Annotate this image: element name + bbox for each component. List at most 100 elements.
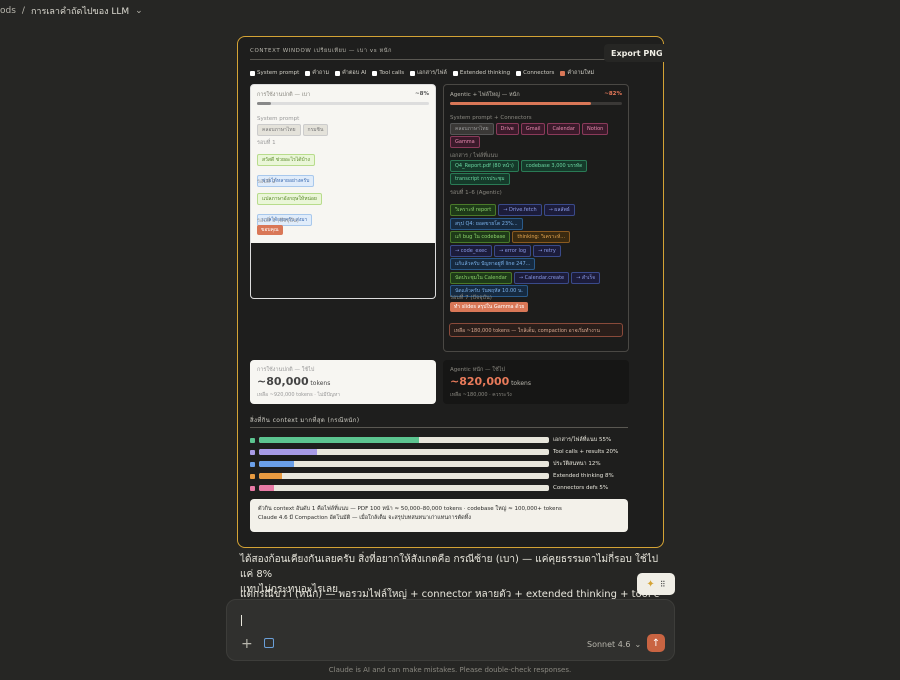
light-usage-fill [257, 102, 271, 105]
light-card-pct: ~8% [415, 91, 429, 97]
legend-label: คำถาม [312, 70, 330, 76]
artifact-actions[interactable]: ✦ ⠿ [637, 573, 675, 595]
file-pill: transcript การประชุม [450, 173, 510, 185]
artifact-title: CONTEXT WINDOW เปรียบเทียบ — เบา vs หนัก [250, 48, 393, 54]
checkbox[interactable] [335, 70, 341, 76]
legend-swatch [250, 485, 255, 491]
legend-label: คำถามใหม่ [567, 70, 595, 76]
light-card-empty-area [251, 243, 435, 298]
grid-icon[interactable]: ⠿ [660, 580, 666, 589]
legend: System prompt คำถาม คำตอบ AI Tool calls เอกส… [250, 69, 594, 77]
heavy-stat-value: ~820,000 [450, 375, 510, 388]
checkbox[interactable] [250, 70, 255, 76]
breadcrumb-prev[interactable]: ods [0, 6, 16, 16]
bar-label: Connectors defs 5% [553, 485, 609, 491]
turn-pill: → retry [533, 244, 561, 257]
bar-fill [259, 485, 274, 491]
distribution-row: เอกสาร/ไฟล์ที่แนบ 55% [250, 437, 611, 443]
legend-item[interactable]: Connectors [516, 69, 554, 77]
legend-item[interactable]: System prompt [250, 69, 299, 77]
legend-item[interactable]: คำถามใหม่ [560, 69, 594, 77]
chevron-down-icon: ⌄ [634, 640, 642, 649]
turn-row: นัดประชุมใน Calendar → Calendar.create → ส… [449, 264, 601, 284]
legend-label: Extended thinking [459, 70, 511, 76]
checkbox[interactable] [560, 70, 566, 76]
bar-fill [259, 473, 283, 479]
light-stat-card: การใช้งานปกติ — ใช้ไป ~80,000 tokens เหล… [250, 360, 436, 404]
light-stat-label: การใช้งานปกติ — ใช้ไป [257, 367, 315, 373]
file-pill: codebase 3,000 บรรทัด [520, 160, 588, 172]
bar-track [259, 461, 549, 467]
bar-label: Tool calls + results 20% [553, 449, 619, 455]
legend-item[interactable]: Extended thinking [452, 69, 511, 77]
legend-swatch [250, 473, 255, 479]
turn-pill: → ผลลัพธ์ [543, 204, 575, 216]
legend-swatch [250, 449, 255, 455]
heavy-turns-list: วิเคราะห์ report → Drive.fetch → ผลลัพธ์ สร… [449, 196, 601, 297]
light-usage-card: การใช้งานปกติ — เบา ~8% System prompt คล… [250, 84, 436, 299]
breadcrumb: ods / การเลาคำถัดไปของ LLM ⌄ [0, 4, 143, 18]
legend-swatch [250, 437, 255, 443]
message-line: ได้สองก้อนเคียงกันเลยครับ สิ่งที่อยากให้… [240, 554, 659, 580]
legend-item[interactable]: คำถาม [305, 69, 329, 77]
connector-pill: Drive [495, 123, 519, 135]
bar-label: ประวัติสนทนา 12% [553, 461, 601, 467]
checkbox[interactable] [410, 70, 416, 76]
model-name: Sonnet 4.6 [587, 640, 631, 649]
light-stat-sub: เหลือ ~920,000 tokens · ไม่มีปัญหา [257, 392, 341, 398]
tools-icon[interactable] [264, 638, 274, 648]
artifact-panel: CONTEXT WINDOW เปรียบเทียบ — เบา vs หนัก… [237, 36, 664, 548]
arrow-up-icon: ↑ [651, 637, 661, 649]
distribution-title: สิ่งที่กิน context มากที่สุด (กรณีหนัก) [250, 417, 360, 424]
legend-item[interactable]: เอกสาร/ไฟล์ [410, 69, 447, 77]
checkbox[interactable] [452, 70, 458, 76]
bar-fill [259, 461, 294, 467]
checkbox[interactable] [516, 70, 522, 76]
turn-row: → code_exec → error log → retry [449, 237, 601, 257]
sparkle-icon[interactable]: ✦ [646, 579, 654, 590]
bar-label: เอกสาร/ไฟล์ที่แนบ 55% [553, 437, 612, 443]
heavy-usage-fill [450, 102, 592, 105]
light-question-pill: แปลภาษาอังกฤษให้หน่อย [257, 193, 322, 205]
info-note: ตัวกิน context อันดับ 1 คือไฟล์ที่แนบ — … [250, 499, 628, 532]
divider [250, 59, 606, 60]
plus-icon[interactable]: + [241, 636, 253, 652]
export-png-button[interactable]: Export PNG [604, 44, 670, 62]
turn-pill: → สำเร็จ [571, 271, 601, 284]
model-selector[interactable]: Sonnet 4.6 ⌄ [587, 640, 641, 649]
send-button[interactable]: ↑ [647, 634, 665, 652]
turn-row: วิเคราะห์ report → Drive.fetch → ผลลัพธ์ [449, 196, 601, 216]
heavy-stat-label: Agentic หนัก — ใช้ไป [450, 367, 505, 373]
file-pill: Q4_Report.pdf (80 หน้า) [450, 160, 519, 172]
legend-label: เอกสาร/ไฟล์ [417, 70, 447, 76]
light-sys-label: System prompt [257, 116, 300, 122]
turn-row: แก้แล้วครับ ปัญหาอยู่ที่ line 247... [449, 250, 601, 270]
distribution-row: Tool calls + results 20% [250, 449, 618, 455]
heavy-card-pct: ~82% [604, 91, 622, 97]
legend-item[interactable]: Tool calls [372, 69, 404, 77]
distribution-row: Connectors defs 5% [250, 485, 608, 491]
checkbox[interactable] [372, 70, 378, 76]
light-sys-pill: คลอบภาษาไทย [257, 124, 301, 136]
light-stat-value: ~80,000 [257, 375, 309, 388]
chevron-down-icon[interactable]: ⌄ [135, 6, 143, 16]
chat-input[interactable]: + Sonnet 4.6 ⌄ ↑ [226, 599, 675, 661]
breadcrumb-current[interactable]: การเลาคำถัดไปของ LLM [31, 4, 129, 18]
bar-fill [259, 437, 419, 443]
bar-label: Extended thinking 8% [553, 473, 614, 479]
light-sys-pill: กรมชิน [302, 124, 329, 136]
legend-item[interactable]: คำตอบ AI [335, 69, 366, 77]
disclaimer: Claude is AI and can make mistakes. Plea… [328, 666, 572, 674]
heavy-usage-card: Agentic + ไฟล์ใหญ่ — หนัก ~82% System pr… [443, 84, 629, 352]
heavy-sys-label: System prompt + Connectors [450, 115, 532, 121]
legend-swatch [250, 461, 255, 467]
connector-pill: Gmail [520, 123, 546, 135]
heavy-remaining-note: เหลือ ~180,000 tokens — ใกล้เต็ม, compac… [449, 323, 623, 337]
legend-label: System prompt [257, 70, 300, 76]
bar-track [259, 473, 549, 479]
connector-pill: Calendar [547, 123, 580, 135]
connector-pill: Gamma [450, 136, 480, 148]
checkbox[interactable] [305, 70, 311, 76]
divider [250, 427, 628, 428]
heavy-stat-sub: เหลือ ~180,000 · ควรระวัง [450, 392, 512, 398]
